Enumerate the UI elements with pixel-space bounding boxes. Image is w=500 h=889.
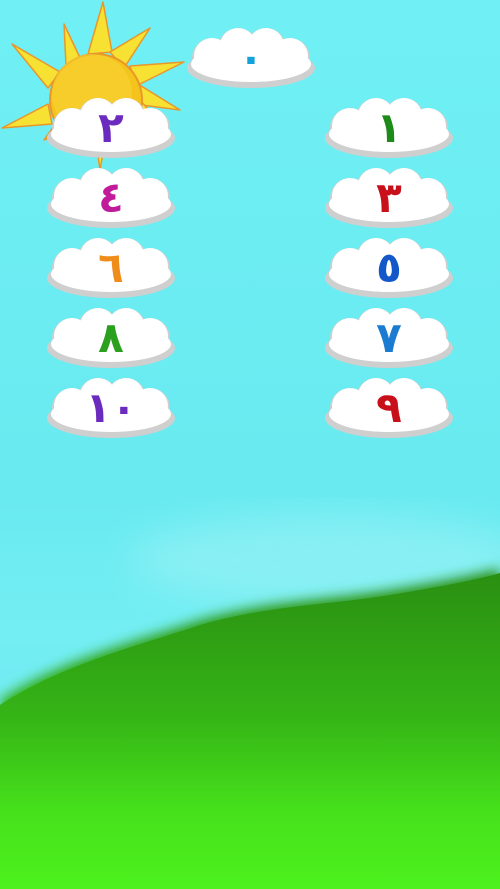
number-label-1: ١ [376,103,402,152]
number-label-4: ٤ [98,173,124,222]
number-label-7: ٧ [376,313,402,362]
number-label-3: ٣ [376,173,402,222]
cloud-number-10[interactable]: ١٠ [42,374,180,442]
number-label-2: ٢ [98,103,124,152]
cloud-number-2[interactable]: ٢ [42,94,180,162]
number-label-8: ٨ [98,313,124,362]
number-label-5: ٥ [376,243,402,292]
cloud-number-4[interactable]: ٤ [42,164,180,232]
cloud-number-8[interactable]: ٨ [42,304,180,372]
number-label-9: ٩ [376,383,402,432]
number-label-6: ٦ [98,243,124,292]
cloud-number-3[interactable]: ٣ [320,164,458,232]
cloud-number-6[interactable]: ٦ [42,234,180,302]
number-label-0: ٠ [238,33,264,82]
cloud-number-7[interactable]: ٧ [320,304,458,372]
cloud-number-9[interactable]: ٩ [320,374,458,442]
cloud-number-1[interactable]: ١ [320,94,458,162]
game-scene: ٠ ١ ٢ ٣ ٤ ٥ ٦ ٧ ٨ ٩ ١٠ [0,0,500,889]
cloud-number-5[interactable]: ٥ [320,234,458,302]
cloud-number-0[interactable]: ٠ [182,24,320,92]
number-label-10: ١٠ [85,383,137,432]
